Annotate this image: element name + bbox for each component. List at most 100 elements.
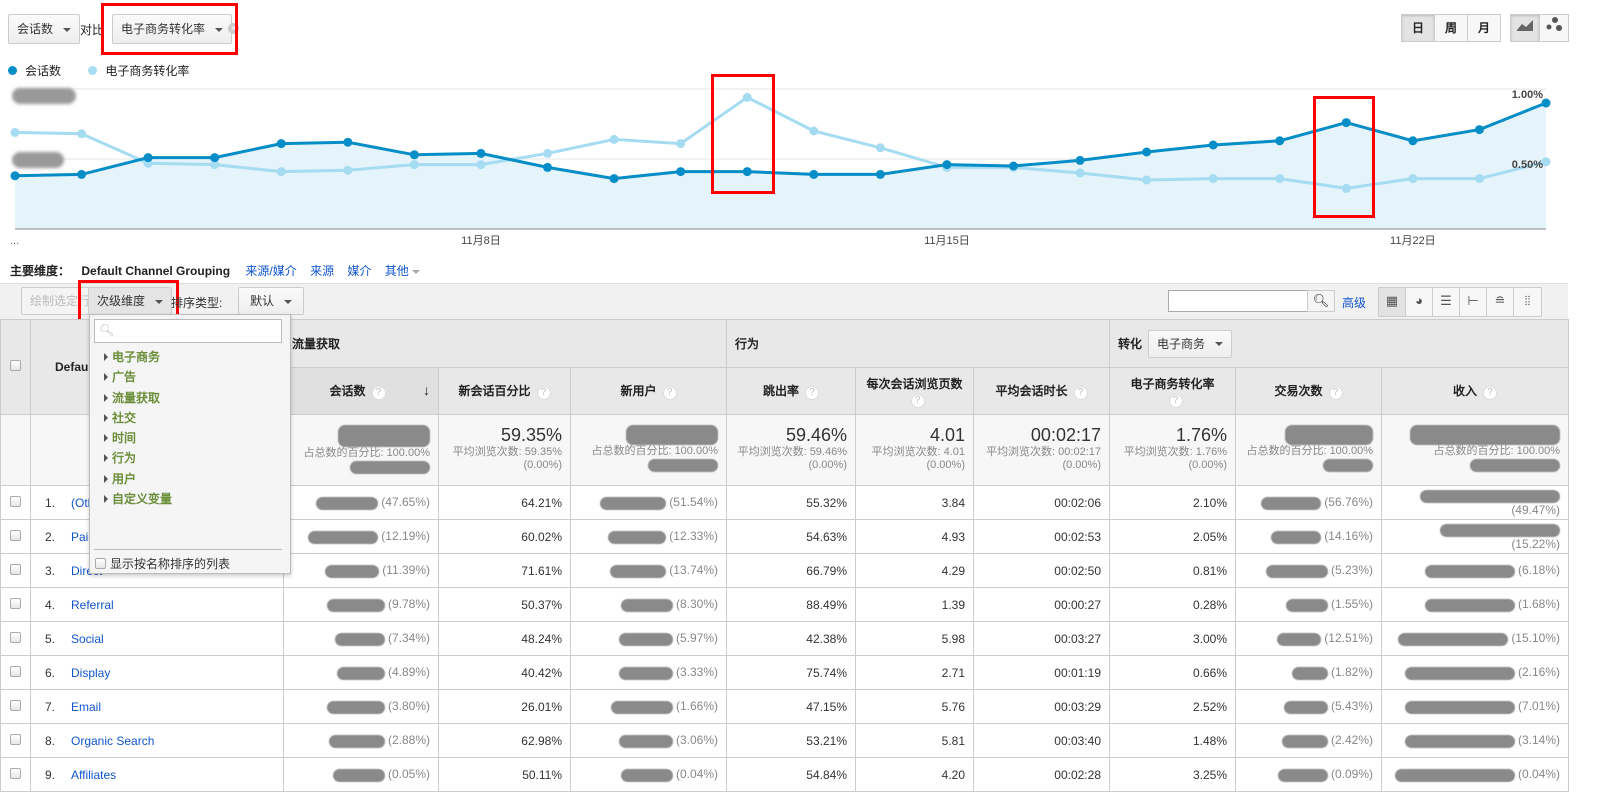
row-index: 8.: [45, 733, 56, 748]
dimension-category-item[interactable]: 广告: [90, 367, 290, 387]
help-icon[interactable]: ?: [536, 386, 551, 400]
help-icon[interactable]: ?: [1073, 386, 1088, 400]
help-icon[interactable]: ?: [805, 386, 819, 400]
data-point: [676, 167, 686, 177]
row-checkbox[interactable]: [10, 733, 21, 745]
help-icon[interactable]: ?: [910, 393, 925, 408]
avg-session-duration: 00:01:19: [973, 655, 1110, 690]
channel-link[interactable]: Affiliates: [71, 768, 116, 782]
metric1-select[interactable]: 会话数: [8, 14, 81, 44]
secondary-dimension-button[interactable]: 次级维度: [88, 287, 173, 315]
performance-view-icon[interactable]: ☰: [1433, 288, 1460, 316]
dimension-medium[interactable]: 媒介: [347, 264, 371, 278]
line-chart-icon[interactable]: [1510, 14, 1540, 42]
row-checkbox[interactable]: [10, 699, 21, 711]
row-checkbox[interactable]: [10, 529, 21, 541]
legend-item-sessions[interactable]: 会话数: [8, 64, 61, 78]
channel-link[interactable]: Social: [71, 632, 104, 646]
data-point: [1474, 125, 1484, 135]
conversion-goal-select[interactable]: 电子商务: [1148, 329, 1233, 358]
data-point: [10, 127, 20, 137]
dropdown-search-input[interactable]: [117, 322, 277, 340]
avg-session-duration: 00:02:53: [973, 519, 1110, 554]
transactions-pct: (14.16%): [1324, 529, 1373, 544]
data-point: [942, 160, 952, 170]
pie-view-icon[interactable]: ◕: [1406, 288, 1433, 316]
dimension-category-item[interactable]: 自定义变量: [90, 489, 290, 509]
revenue-pct: (3.14%): [1517, 733, 1561, 748]
column-header-revenue[interactable]: 收入?: [1380, 367, 1570, 415]
remove-metric-icon[interactable]: ×: [228, 23, 239, 34]
column-header-label: 新会话百分比: [458, 384, 531, 398]
row-checkbox[interactable]: [10, 631, 21, 643]
help-icon[interactable]: ?: [371, 386, 386, 400]
help-icon[interactable]: ?: [662, 386, 677, 400]
column-header-sessions[interactable]: 会话数? ↓: [283, 367, 439, 415]
legend-item-conversion[interactable]: 电子商务转化率: [88, 64, 189, 78]
group-conversion-label: 转化: [1118, 336, 1143, 351]
table-view-icon[interactable]: ▦: [1379, 288, 1406, 316]
help-icon[interactable]: ?: [1328, 386, 1343, 400]
search-icon[interactable]: 🔍︎: [1307, 290, 1335, 312]
right-axis-tick: 0.50%: [1512, 159, 1543, 171]
conversion-rate: 0.81%: [1109, 553, 1236, 588]
dimension-category-item[interactable]: 电子商务: [90, 347, 290, 367]
row-checkbox[interactable]: [10, 563, 21, 575]
sessions-pct: (9.78%): [387, 597, 430, 612]
channel-link[interactable]: Email: [71, 700, 101, 714]
new-sessions-pct: 48.24%: [438, 621, 571, 656]
chevron-down-icon: [215, 27, 224, 32]
conversion-rate: 0.28%: [1109, 587, 1236, 622]
column-header-transactions[interactable]: 交易次数?: [1235, 367, 1382, 415]
metric2-select[interactable]: 电子商务转化率: [112, 14, 233, 44]
sessions-pct: (11.39%): [382, 563, 430, 578]
column-header-new-users[interactable]: 新用户?: [570, 367, 727, 415]
help-icon[interactable]: ?: [1483, 386, 1498, 400]
row-index: 3.: [45, 563, 56, 578]
dimension-category-item[interactable]: 时间: [90, 428, 290, 448]
dimension-source-medium[interactable]: 来源/媒介: [245, 264, 296, 278]
dimension-category-item[interactable]: 用户: [90, 469, 290, 489]
granularity-month[interactable]: 月: [1467, 14, 1501, 42]
new-sessions-pct: 40.42%: [438, 655, 571, 690]
channel-link[interactable]: Referral: [71, 598, 114, 612]
comparison-view-icon[interactable]: ⊢: [1460, 288, 1487, 316]
channel-link[interactable]: Organic Search: [71, 734, 154, 748]
column-header-bounce-rate[interactable]: 跳出率?: [726, 367, 856, 415]
column-header-ecommerce-conversion-rate[interactable]: 电子商务转化率?: [1109, 367, 1236, 415]
chevron-down-icon: [284, 299, 293, 304]
dimension-category-item[interactable]: 行为: [90, 448, 290, 468]
column-header-pages-per-session[interactable]: 每次会话浏览页数?: [855, 367, 974, 415]
column-header-avg-session-duration[interactable]: 平均会话时长?: [973, 367, 1110, 415]
select-all-checkbox[interactable]: [10, 360, 21, 371]
metric2-label: 电子商务转化率: [121, 22, 206, 36]
pages-per-session: 2.71: [855, 655, 974, 690]
advanced-filter-link[interactable]: 高级: [1342, 294, 1366, 311]
column-header-new-sessions-pct[interactable]: 新会话百分比?: [438, 367, 571, 415]
table-search-input[interactable]: [1168, 290, 1308, 312]
granularity-week[interactable]: 周: [1434, 14, 1468, 42]
channel-link[interactable]: Display: [71, 666, 110, 680]
granularity-day[interactable]: 日: [1401, 14, 1435, 42]
sort-type-label: 排序类型:: [171, 296, 223, 310]
totals-new-pct-sub: 平均浏览次数: 59.35% (0.00%): [452, 446, 562, 471]
pages-per-session: 4.93: [855, 519, 974, 554]
row-checkbox[interactable]: [10, 767, 21, 779]
term-cloud-icon[interactable]: ≘: [1487, 288, 1514, 316]
dimension-source[interactable]: 来源: [310, 264, 334, 278]
row-checkbox[interactable]: [10, 665, 21, 677]
sort-by-name-checkbox[interactable]: [95, 558, 106, 569]
row-checkbox[interactable]: [10, 495, 21, 507]
new-users-pct: (1.66%): [675, 699, 718, 714]
data-point: [77, 169, 87, 179]
pivot-view-icon[interactable]: ⦙⦙: [1514, 288, 1541, 316]
dimension-other[interactable]: 其他: [385, 264, 409, 278]
dimension-category-item[interactable]: 社交: [90, 408, 290, 428]
motion-chart-icon[interactable]: [1539, 14, 1569, 42]
row-checkbox[interactable]: [10, 597, 21, 609]
help-icon[interactable]: ?: [1168, 393, 1183, 408]
sort-by-name-option[interactable]: 显示按名称排序的列表: [95, 555, 230, 572]
sort-type-select[interactable]: 默认: [238, 287, 305, 315]
dimension-category-item[interactable]: 流量获取: [90, 388, 290, 408]
new-sessions-pct: 71.61%: [438, 553, 571, 588]
